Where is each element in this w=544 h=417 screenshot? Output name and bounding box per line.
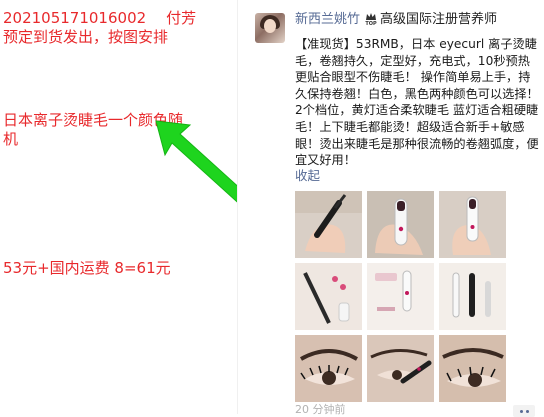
hand-holding-curler-icon [295,191,362,258]
author-name[interactable]: 新西兰姚竹 [295,11,360,28]
curler-product-icon [367,263,434,330]
collapse-link[interactable]: 收起 [295,168,320,184]
author-title: 高级国际注册营养师 [380,12,498,27]
hand-holding-curler-icon [439,191,506,258]
avatar[interactable] [255,13,285,43]
note-header: 202105171016002 付芳 预定到货发出，按图安排 [3,9,235,47]
post-text: 【准现货】53RMB，日本 eyecurl 离子烫睫毛，卷翘持久，定型好，充电式… [295,37,539,168]
more-actions-button[interactable] [513,405,535,417]
more-dot-icon [519,409,523,413]
crown-icon [366,13,377,20]
note-paid-by: 付芳 [166,9,197,27]
photo-2[interactable] [367,191,434,258]
moment-post: 新西兰姚竹 TOP 高级国际注册营养师 【准现货】53RMB，日本 eyecur… [237,0,544,417]
photo-9[interactable] [439,335,506,402]
curler-use-icon [367,335,434,402]
note-price-line: 53元+国内运费 8=61元 [3,259,171,277]
photo-grid [295,191,506,402]
photo-6[interactable] [439,263,506,330]
note-instruction: 预定到货发出，按图安排 [3,28,169,46]
top-badge-label: TOP [365,21,377,27]
eye-closeup-icon [439,335,506,402]
more-dot-icon [525,409,529,413]
note-order-date: 202105171016002 [3,9,147,27]
photo-7[interactable] [295,335,362,402]
author-row: 新西兰姚竹 TOP 高级国际注册营养师 [295,11,497,28]
photo-5[interactable] [367,263,434,330]
photo-8[interactable] [367,335,434,402]
curler-product-icon [439,263,506,330]
hand-holding-curler-icon [367,191,434,258]
photo-1[interactable] [295,191,362,258]
curler-on-lashes-icon [295,263,362,330]
eye-closeup-icon [295,335,362,402]
post-time: 20 分钟前 [295,403,346,416]
photo-3[interactable] [439,191,506,258]
top-badge: TOP [365,12,377,27]
photo-4[interactable] [295,263,362,330]
